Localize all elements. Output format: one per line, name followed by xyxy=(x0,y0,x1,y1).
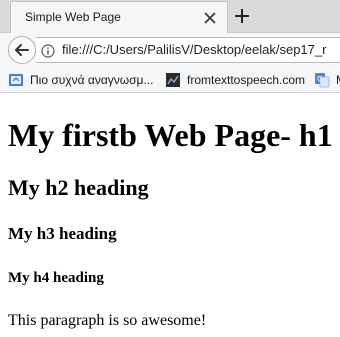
paragraph: This paragraph is so awesome! xyxy=(8,312,207,329)
url-text[interactable]: file:///C:/Users/PalilisV/Desktop/eelak/… xyxy=(62,42,326,57)
navigation-bar: file:///C:/Users/PalilisV/Desktop/eelak/… xyxy=(0,33,340,66)
bookmark-label: fromtexttospeech.com xyxy=(187,73,306,87)
tab-simple-web-page[interactable]: Simple Web Page xyxy=(10,1,228,33)
url-bar[interactable]: file:///C:/Users/PalilisV/Desktop/eelak/… xyxy=(36,37,340,63)
page-content: My firstb Web Page- h1 My h2 heading My … xyxy=(0,93,340,337)
heading-h1: My firstb Web Page- h1 xyxy=(8,117,333,153)
site-favicon-icon xyxy=(165,72,181,88)
heading-h3: My h3 heading xyxy=(8,224,117,243)
tab-title: Simple Web Page xyxy=(25,10,121,24)
tab-strip: Simple Web Page xyxy=(0,0,340,33)
heading-h4: My h4 heading xyxy=(8,270,104,286)
info-icon[interactable] xyxy=(41,43,55,58)
bookmark-folder-icon xyxy=(8,72,24,88)
bookmark-label: Πιο συχνά αναγνωσμ... xyxy=(30,73,154,87)
bookmarks-toolbar: Πιο συχνά αναγνωσμ... fromtexttospeech.c… xyxy=(0,66,340,93)
heading-h2: My h2 heading xyxy=(8,175,149,200)
close-icon[interactable] xyxy=(201,9,219,27)
translate-icon: G xyxy=(314,72,330,88)
bookmark-label: M xyxy=(336,72,340,88)
back-arrow-icon xyxy=(15,44,29,56)
back-button[interactable] xyxy=(8,36,36,64)
svg-text:G: G xyxy=(317,75,322,83)
plus-icon[interactable] xyxy=(232,6,252,26)
